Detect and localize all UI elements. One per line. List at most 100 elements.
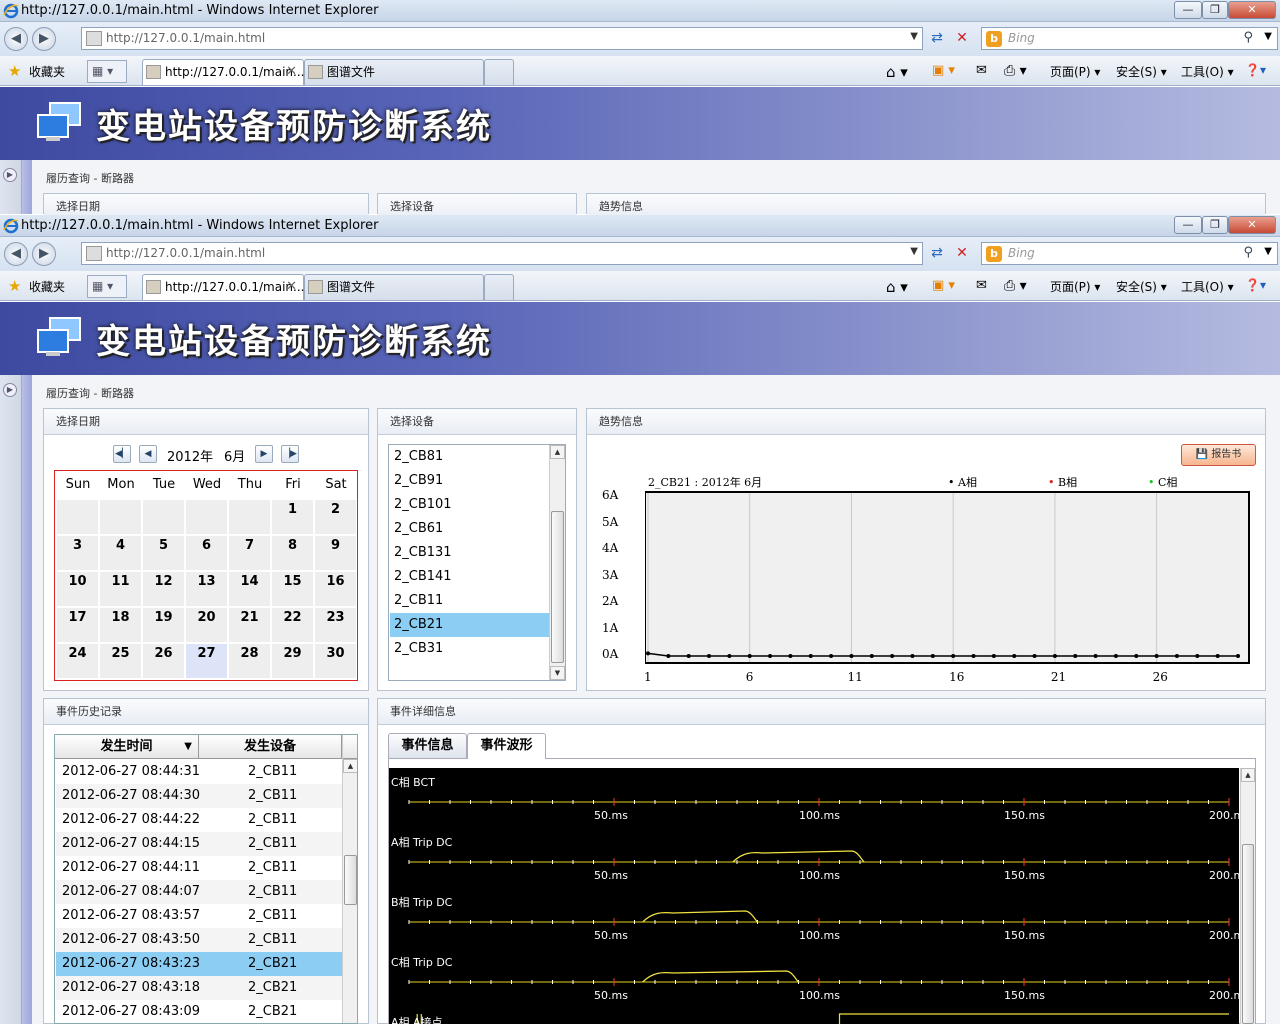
calendar-day[interactable]: 27: [186, 644, 227, 678]
device-list-item[interactable]: 2_CB11: [390, 589, 550, 613]
calendar-day[interactable]: 11: [100, 572, 141, 606]
calendar-day[interactable]: 22: [272, 608, 313, 642]
close-button[interactable]: ✕: [1228, 216, 1276, 234]
expand-arrow-icon[interactable]: ▶: [3, 383, 17, 397]
calendar-day[interactable]: 9: [315, 536, 356, 570]
print-icon[interactable]: ⎙ ▾: [1004, 278, 1027, 294]
calendar-day[interactable]: 3: [57, 536, 98, 570]
calendar-day[interactable]: 8: [272, 536, 313, 570]
url-field[interactable]: http://127.0.0.1/main.html ▼: [81, 242, 923, 265]
device-list-item[interactable]: 2_CB101: [390, 493, 550, 517]
scroll-up-icon[interactable]: ▲: [550, 445, 565, 459]
tab-spectrum[interactable]: 图谱文件: [304, 59, 484, 85]
stop-icon[interactable]: ✕: [951, 28, 973, 50]
expand-arrow-icon[interactable]: ▶: [3, 168, 17, 182]
table-row[interactable]: 2012-06-27 08:43:57 2_CB11: [56, 904, 342, 928]
restore-button[interactable]: ❐: [1202, 1, 1228, 19]
calendar-day[interactable]: 19: [143, 608, 184, 642]
calendar-day[interactable]: 21: [229, 608, 270, 642]
calendar-day[interactable]: 1: [272, 500, 313, 534]
calendar-day[interactable]: 17: [57, 608, 98, 642]
table-row[interactable]: 2012-06-27 08:44:11 2_CB11: [56, 856, 342, 880]
mail-icon[interactable]: ✉: [976, 63, 987, 78]
scroll-up-icon[interactable]: ▲: [1241, 768, 1255, 782]
device-list-item[interactable]: 2_CB21: [390, 613, 550, 637]
table-row[interactable]: 2012-06-27 08:44:07 2_CB11: [56, 880, 342, 904]
table-row[interactable]: 2012-06-27 08:44:22 2_CB11: [56, 808, 342, 832]
tab-main[interactable]: http://127.0.0.1/main.... ✕: [142, 59, 308, 85]
page-menu[interactable]: 页面(P) ▾: [1050, 278, 1100, 295]
tools-menu[interactable]: 工具(O) ▾: [1181, 63, 1234, 80]
history-scrollbar[interactable]: ▲: [342, 735, 357, 1023]
calendar-day[interactable]: 24: [57, 644, 98, 678]
table-row[interactable]: 2012-06-27 08:43:18 2_CB21: [56, 976, 342, 1000]
tab-spectrum[interactable]: 图谱文件: [304, 274, 484, 300]
calendar-day[interactable]: 15: [272, 572, 313, 606]
scroll-up-icon[interactable]: ▲: [343, 759, 357, 773]
search-icon[interactable]: ⚲: [1243, 30, 1253, 45]
forward-button[interactable]: ▶: [32, 242, 56, 266]
safety-menu[interactable]: 安全(S) ▾: [1116, 278, 1167, 295]
calendar-day[interactable]: 2: [315, 500, 356, 534]
tab-main[interactable]: http://127.0.0.1/main.... ✕: [142, 274, 308, 300]
calendar-day[interactable]: 20: [186, 608, 227, 642]
url-field[interactable]: http://127.0.0.1/main.html ▼: [81, 27, 923, 50]
next-year-button[interactable]: ▕▶: [281, 445, 299, 463]
device-list[interactable]: 2_CB31 2_CB21 2_CB11 2_CB141 2_CB131 2_CB61 2_…: [388, 444, 566, 681]
calendar-day[interactable]: 16: [315, 572, 356, 606]
quick-tabs-button[interactable]: ▦ ▾: [87, 275, 127, 298]
calendar-day[interactable]: 6: [186, 536, 227, 570]
back-button[interactable]: ◀: [4, 242, 28, 266]
tab-event-waveform[interactable]: 事件波形: [467, 733, 546, 759]
scroll-down-icon[interactable]: ▼: [550, 666, 565, 680]
table-row[interactable]: 2012-06-27 08:43:50 2_CB11: [56, 928, 342, 952]
calendar-day[interactable]: 23: [315, 608, 356, 642]
table-row[interactable]: 2012-06-27 08:44:15 2_CB11: [56, 832, 342, 856]
col-header-time[interactable]: 发生时间 ▼: [55, 735, 199, 759]
help-icon[interactable]: ❓▾: [1245, 63, 1266, 77]
next-month-button[interactable]: ▶: [255, 445, 273, 463]
tools-menu[interactable]: 工具(O) ▾: [1181, 278, 1234, 295]
forward-button[interactable]: ▶: [32, 27, 56, 51]
col-header-device[interactable]: 发生设备: [199, 735, 342, 759]
sort-desc-icon[interactable]: ▼: [184, 735, 192, 759]
device-list-item[interactable]: 2_CB91: [390, 469, 550, 493]
tab-event-info[interactable]: 事件信息: [388, 733, 467, 759]
calendar-day[interactable]: 7: [229, 536, 270, 570]
device-list-item[interactable]: 2_CB131: [390, 541, 550, 565]
refresh-icon[interactable]: ⇄: [926, 28, 948, 50]
feeds-icon[interactable]: ▣ ▾: [932, 278, 955, 293]
table-row[interactable]: 2012-06-27 08:43:23 2_CB21: [56, 952, 342, 976]
search-dropdown-icon[interactable]: ▼: [1264, 31, 1272, 42]
home-icon[interactable]: ⌂ ▾: [886, 278, 908, 296]
calendar-day[interactable]: 28: [229, 644, 270, 678]
search-field[interactable]: b Bing ⚲ ▼: [981, 27, 1278, 50]
url-dropdown-icon[interactable]: ▼: [910, 31, 918, 42]
favorites-label[interactable]: 收藏夹: [29, 278, 65, 295]
search-dropdown-icon[interactable]: ▼: [1264, 246, 1272, 257]
table-row[interactable]: 2012-06-27 08:43:09 2_CB21: [56, 1000, 342, 1023]
search-field[interactable]: b Bing ⚲ ▼: [981, 242, 1278, 265]
favorites-label[interactable]: 收藏夹: [29, 63, 65, 80]
mail-icon[interactable]: ✉: [976, 278, 987, 293]
minimize-button[interactable]: —: [1174, 1, 1202, 19]
page-menu[interactable]: 页面(P) ▾: [1050, 63, 1100, 80]
home-icon[interactable]: ⌂ ▾: [886, 63, 908, 81]
feeds-icon[interactable]: ▣ ▾: [932, 63, 955, 78]
calendar-day[interactable]: 30: [315, 644, 356, 678]
scroll-thumb[interactable]: [551, 511, 564, 663]
search-icon[interactable]: ⚲: [1243, 245, 1253, 260]
safety-menu[interactable]: 安全(S) ▾: [1116, 63, 1167, 80]
stop-icon[interactable]: ✕: [951, 243, 973, 265]
calendar-day[interactable]: 25: [100, 644, 141, 678]
scroll-thumb[interactable]: [1242, 844, 1254, 1024]
prev-month-button[interactable]: ◀: [139, 445, 157, 463]
device-list-item[interactable]: 2_CB61: [390, 517, 550, 541]
refresh-icon[interactable]: ⇄: [926, 243, 948, 265]
calendar-day[interactable]: 18: [100, 608, 141, 642]
calendar-day[interactable]: 4: [100, 536, 141, 570]
calendar-day[interactable]: 12: [143, 572, 184, 606]
new-tab-button[interactable]: [484, 59, 514, 85]
calendar-day[interactable]: 5: [143, 536, 184, 570]
minimize-button[interactable]: —: [1174, 216, 1202, 234]
